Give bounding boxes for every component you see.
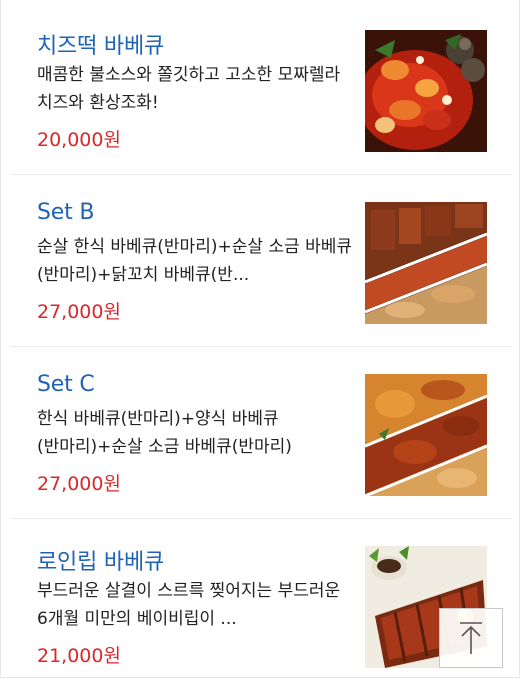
- menu-item[interactable]: Set C 한식 바베큐(반마리)+양식 바베큐(반마리)+순살 소금 바베큐(…: [11, 347, 511, 519]
- menu-item-price: 21,000원: [37, 645, 121, 667]
- menu-item-name[interactable]: Set C: [37, 372, 95, 397]
- menu-item-image[interactable]: [365, 374, 487, 496]
- set-b-photo: [365, 202, 487, 324]
- menu-item-image[interactable]: [365, 202, 487, 324]
- menu-item-description: 한식 바베큐(반마리)+양식 바베큐(반마리)+순살 소금 바베큐(반마리): [37, 409, 292, 457]
- menu-page: 치즈떡 바베큐 매콤한 불소스와 쫄깃하고 고소한 모짜렐라 치즈와 환상조화!…: [0, 0, 520, 678]
- scroll-to-top-button[interactable]: [439, 608, 503, 668]
- cheese-tteok-bbq-photo: [365, 30, 487, 152]
- menu-item-price: 27,000원: [37, 301, 121, 323]
- menu-item-price: 20,000원: [37, 129, 121, 151]
- menu-item[interactable]: 치즈떡 바베큐 매콤한 불소스와 쫄깃하고 고소한 모짜렐라 치즈와 환상조화!…: [11, 3, 511, 175]
- menu-item-name[interactable]: 로인립 바베큐: [37, 544, 164, 576]
- menu-item[interactable]: Set B 순살 한식 바베큐(반마리)+순살 소금 바베큐(반마리)+닭꼬치 …: [11, 175, 511, 347]
- menu-item-image[interactable]: [365, 30, 487, 152]
- set-c-photo: [365, 374, 487, 496]
- menu-item-price: 27,000원: [37, 473, 121, 495]
- menu-item-description: 순살 한식 바베큐(반마리)+순살 소금 바베큐(반마리)+닭꼬치 바베큐(반.…: [37, 237, 353, 285]
- menu-item-name[interactable]: Set B: [37, 200, 94, 225]
- arrow-up-to-top-icon: [460, 622, 482, 654]
- menu-item-name[interactable]: 치즈떡 바베큐: [37, 28, 164, 60]
- menu-item-description: 부드러운 살결이 스르륵 찢어지는 부드러운 6개월 미만의 베이비립이 ...: [37, 581, 341, 629]
- menu-item-description: 매콤한 불소스와 쫄깃하고 고소한 모짜렐라 치즈와 환상조화!: [37, 65, 341, 113]
- menu-item[interactable]: 로인립 바베큐 부드러운 살결이 스르륵 찢어지는 부드러운 6개월 미만의 베…: [11, 519, 511, 691]
